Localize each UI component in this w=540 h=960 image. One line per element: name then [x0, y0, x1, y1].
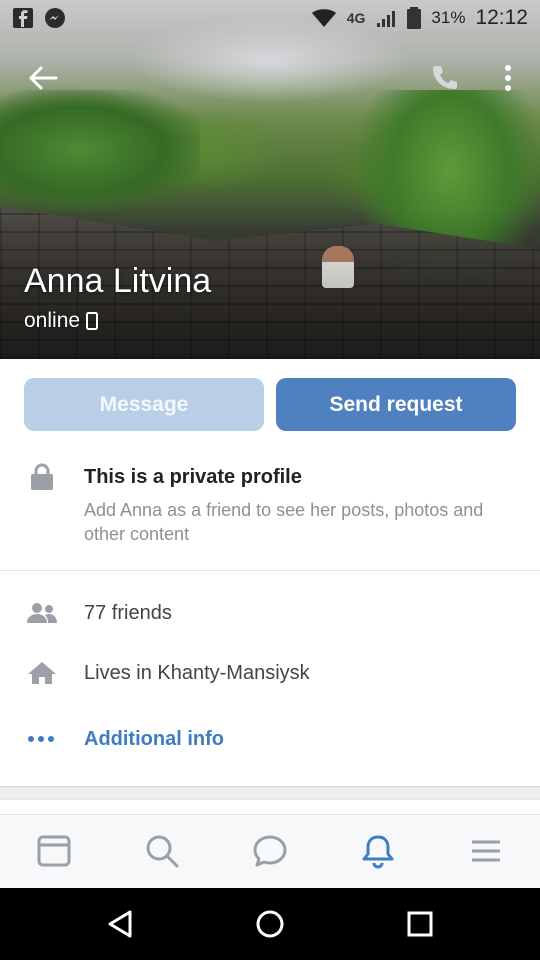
ellipsis-icon: [28, 736, 54, 742]
location-row: Lives in Khanty-Mansiysk: [0, 653, 540, 693]
friends-row[interactable]: 77 friends: [0, 593, 540, 633]
clock: 12:12: [475, 6, 528, 29]
private-profile-title: This is a private profile: [84, 466, 302, 488]
home-icon: [28, 662, 56, 684]
location-text: Lives in Khanty-Mansiysk: [84, 662, 310, 684]
network-indicator: 4G: [346, 10, 366, 26]
battery-level: 31%: [431, 8, 466, 27]
system-navigation-bar: [0, 888, 540, 960]
phone-icon[interactable]: [428, 62, 460, 94]
status-bar: 4G 31% 12:12: [0, 0, 540, 36]
more-options-icon[interactable]: [496, 62, 520, 94]
online-status-label: online: [24, 309, 81, 332]
battery-icon: [407, 7, 422, 29]
friends-icon: [27, 603, 57, 623]
bottom-tab-bar: [0, 814, 540, 888]
messenger-icon: [45, 8, 65, 28]
divider: [0, 570, 540, 571]
profile-name: Anna Litvina: [24, 262, 212, 300]
facebook-icon: [13, 8, 33, 28]
notifications-icon[interactable]: [360, 833, 396, 869]
additional-info-row[interactable]: Additional info: [0, 719, 540, 759]
news-icon[interactable]: [36, 833, 72, 869]
lock-icon: [31, 463, 53, 490]
online-status: online: [24, 309, 99, 333]
cover-foliage-left: [0, 90, 200, 210]
top-app-bar: [0, 50, 540, 106]
back-arrow-icon[interactable]: [22, 60, 62, 96]
search-icon[interactable]: [144, 833, 180, 869]
wifi-icon: [311, 9, 336, 27]
messages-icon[interactable]: [252, 833, 288, 869]
additional-info-link[interactable]: Additional info: [84, 728, 224, 751]
private-profile-text: Add Anna as a friend to see her posts, p…: [84, 500, 484, 544]
message-button[interactable]: Message: [24, 378, 264, 431]
section-separator: [0, 786, 540, 800]
friends-count: 77 friends: [84, 602, 172, 624]
mobile-device-icon: [86, 312, 99, 330]
send-request-button[interactable]: Send request: [276, 378, 516, 431]
private-profile-notice: This is a private profile Add Anna as a …: [0, 448, 540, 570]
nav-recents-icon[interactable]: [404, 908, 436, 940]
signal-icon: [377, 11, 396, 27]
nav-home-icon[interactable]: [254, 908, 286, 940]
menu-icon[interactable]: [468, 833, 504, 869]
nav-back-icon[interactable]: [104, 908, 136, 940]
